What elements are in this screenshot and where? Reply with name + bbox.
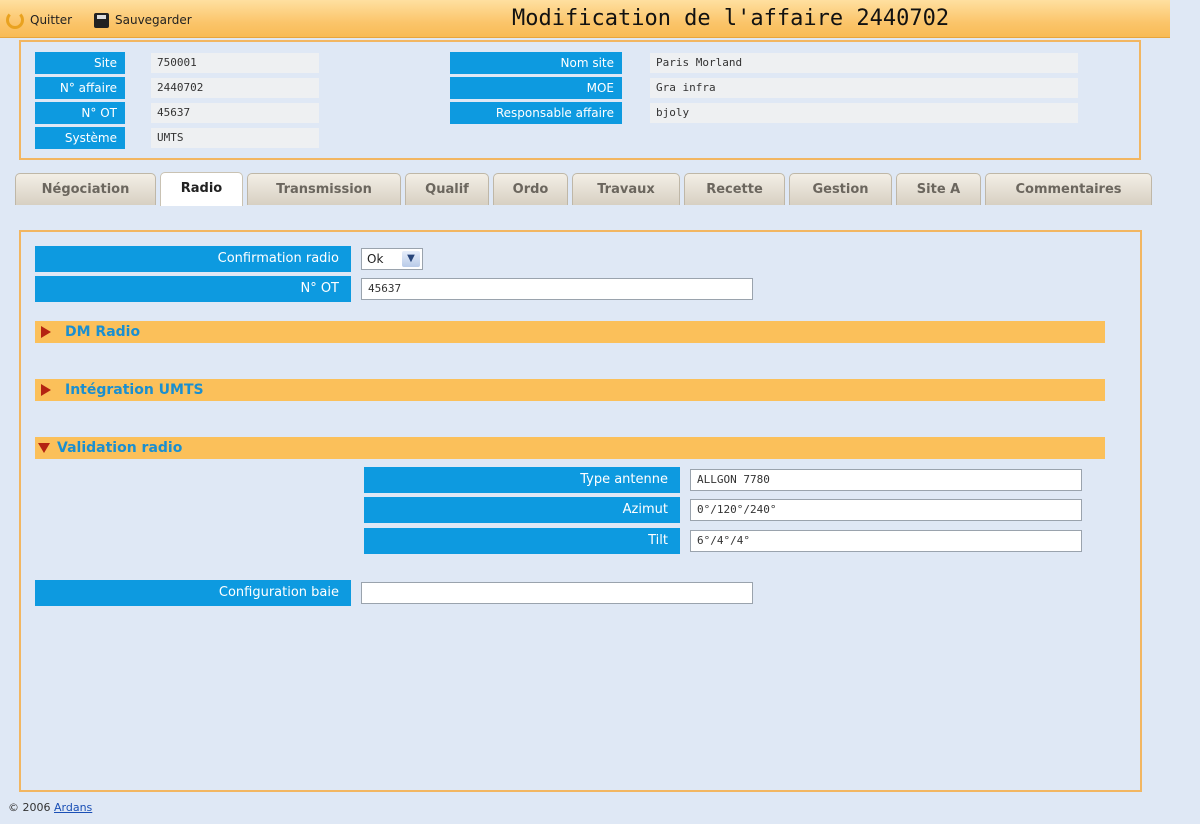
quit-button[interactable]: Quitter — [6, 10, 72, 30]
expand-right-icon — [41, 384, 51, 396]
radio-panel: Confirmation radio Ok ▼ N° OT 45637 DM R… — [19, 230, 1142, 792]
quit-label: Quitter — [30, 13, 73, 27]
footer: © 2006 Ardans — [8, 801, 92, 814]
expand-right-icon — [41, 326, 51, 338]
radio-ot-input[interactable]: 45637 — [361, 278, 753, 300]
section-integration-umts[interactable]: Intégration UMTS — [35, 379, 1105, 401]
config-baie-label: Configuration baie — [35, 580, 351, 606]
config-baie-input[interactable] — [361, 582, 753, 604]
tab-gestion[interactable]: Gestion — [789, 173, 892, 205]
tab-ordo[interactable]: Ordo — [493, 173, 568, 205]
radio-ot-label: N° OT — [35, 276, 351, 302]
page-title: Modification de l'affaire 2440702 — [512, 6, 950, 31]
quit-icon — [6, 11, 24, 29]
tab-site-a[interactable]: Site A — [896, 173, 981, 205]
moe-value: Gra infra — [650, 78, 1078, 98]
confirmation-radio-value: Ok — [367, 252, 384, 266]
copyright-text: © 2006 — [8, 801, 51, 814]
site-value: 750001 — [151, 53, 319, 73]
responsable-label: Responsable affaire — [450, 102, 622, 124]
tab-commentaires[interactable]: Commentaires — [985, 173, 1152, 205]
save-icon — [94, 12, 109, 28]
nom-site-label: Nom site — [450, 52, 622, 74]
affaire-value: 2440702 — [151, 78, 319, 98]
ot-value: 45637 — [151, 103, 319, 123]
section-validation-radio[interactable]: Validation radio — [35, 437, 1105, 459]
affaire-info-box: Site 750001 N° affaire 2440702 N° OT 456… — [19, 40, 1141, 160]
nom-site-value: Paris Morland — [650, 53, 1078, 73]
ot-label: N° OT — [35, 102, 125, 124]
tilt-label: Tilt — [364, 528, 680, 554]
confirmation-radio-label: Confirmation radio — [35, 246, 351, 272]
tilt-input[interactable]: 6°/4°/4° — [690, 530, 1082, 552]
section-integration-umts-title: Intégration UMTS — [65, 382, 204, 398]
tab-negociation[interactable]: Négociation — [15, 173, 156, 205]
section-dm-radio[interactable]: DM Radio — [35, 321, 1105, 343]
tab-transmission[interactable]: Transmission — [247, 173, 401, 205]
type-antenne-input[interactable]: ALLGON 7780 — [690, 469, 1082, 491]
azimut-input[interactable]: 0°/120°/240° — [690, 499, 1082, 521]
tab-recette[interactable]: Recette — [684, 173, 785, 205]
responsable-value: bjoly — [650, 103, 1078, 123]
save-button[interactable]: Sauvegarder — [94, 10, 192, 30]
tab-radio[interactable]: Radio — [160, 172, 243, 206]
tab-travaux[interactable]: Travaux — [572, 173, 680, 205]
chevron-down-icon: ▼ — [402, 251, 420, 267]
azimut-label: Azimut — [364, 497, 680, 523]
top-toolbar: Quitter Sauvegarder Modification de l'af… — [0, 0, 1170, 38]
tab-qualif[interactable]: Qualif — [405, 173, 489, 205]
systeme-value: UMTS — [151, 128, 319, 148]
systeme-label: Système — [35, 127, 125, 149]
save-label: Sauvegarder — [115, 13, 192, 27]
ardans-link[interactable]: Ardans — [54, 801, 92, 814]
type-antenne-label: Type antenne — [364, 467, 680, 493]
moe-label: MOE — [450, 77, 622, 99]
site-label: Site — [35, 52, 125, 74]
affaire-label: N° affaire — [35, 77, 125, 99]
collapse-down-icon — [38, 443, 50, 453]
section-dm-radio-title: DM Radio — [65, 324, 141, 340]
confirmation-radio-select[interactable]: Ok ▼ — [361, 248, 423, 270]
section-validation-radio-title: Validation radio — [57, 440, 183, 456]
